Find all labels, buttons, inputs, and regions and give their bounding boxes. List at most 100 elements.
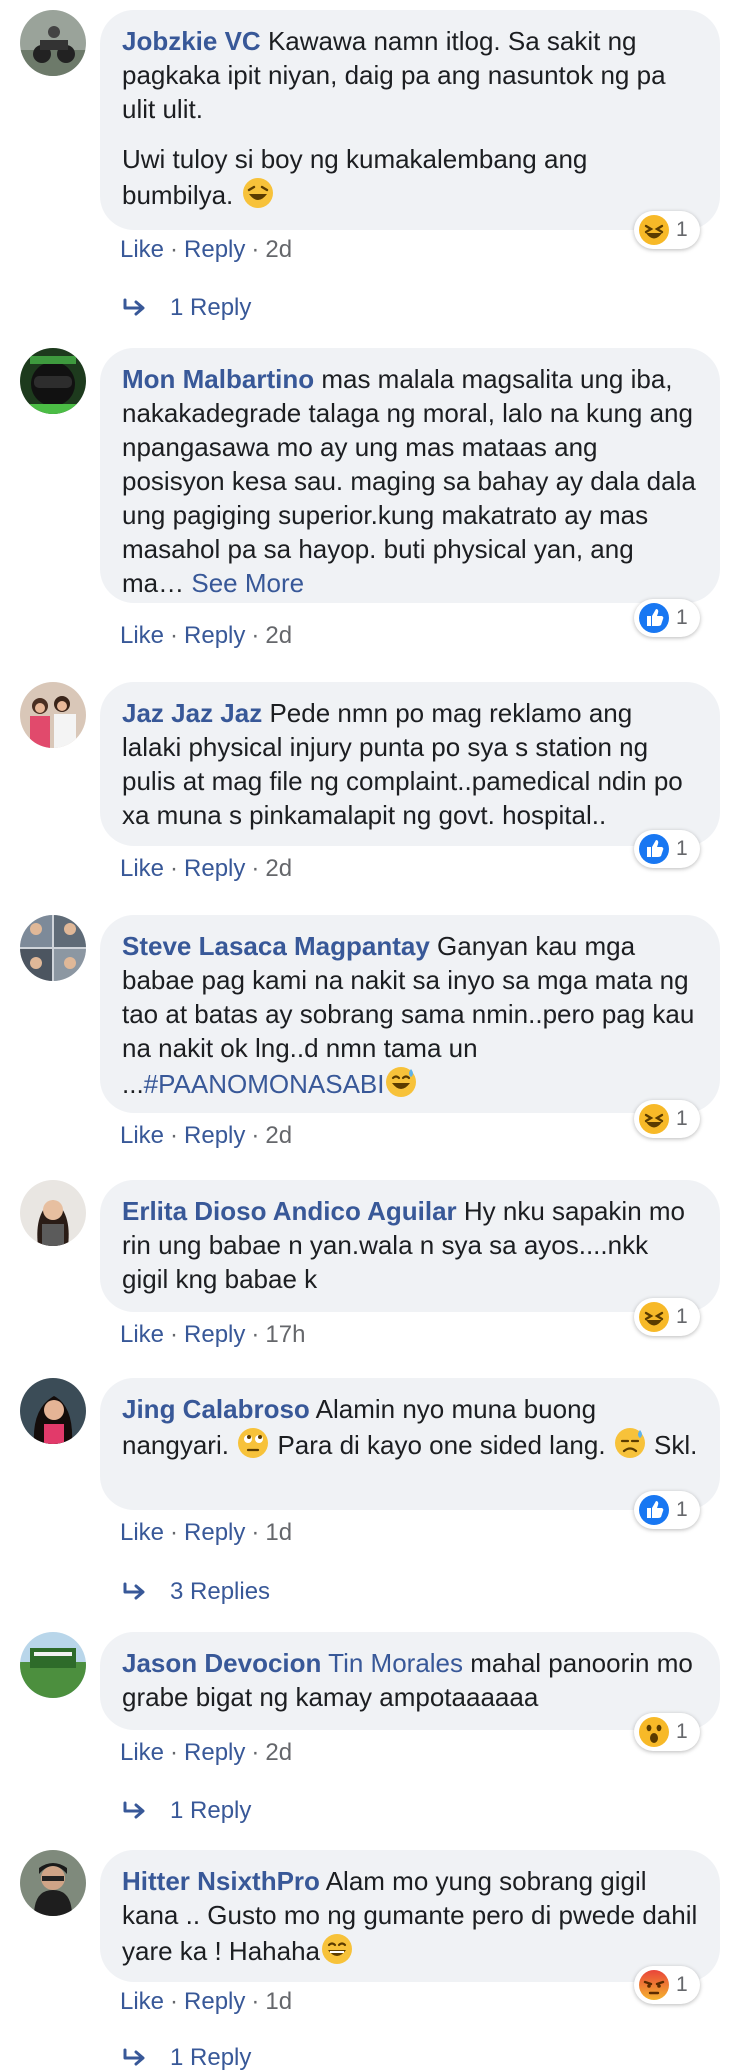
avatar[interactable] (20, 915, 86, 981)
replies-count[interactable]: 1 Reply (170, 294, 251, 322)
like-link[interactable]: Like (120, 236, 164, 263)
comment-timestamp[interactable]: 17h (265, 1321, 305, 1348)
reaction-count[interactable]: 1 (634, 830, 700, 868)
laughing-emoji-icon (241, 176, 275, 210)
avatar[interactable] (20, 348, 86, 414)
view-replies-link[interactable]: 1 Reply (122, 1797, 251, 1825)
reaction-number: 1 (676, 218, 688, 241)
haha-reaction-icon (639, 1104, 669, 1134)
like-link[interactable]: Like (120, 1122, 164, 1149)
comment-timestamp[interactable]: 2d (265, 1122, 292, 1149)
reaction-count[interactable]: 1 (634, 1100, 700, 1138)
comment-timestamp[interactable]: 2d (265, 1739, 292, 1766)
reply-link[interactable]: Reply (184, 1122, 245, 1149)
separator: · (170, 1122, 179, 1149)
separator: · (251, 622, 260, 649)
separator: · (251, 1122, 260, 1149)
like-link[interactable]: Like (120, 1321, 164, 1348)
comment-author[interactable]: Jason Devocion (122, 1648, 321, 1678)
view-replies-link[interactable]: 3 Replies (122, 1578, 270, 1606)
separator: · (170, 855, 179, 882)
comment-text: Uwi tuloy si boy ng kumakalembang ang bu… (122, 144, 588, 210)
comment-bubble: Erlita Dioso Andico Aguilar Hy nku sapak… (100, 1180, 720, 1312)
avatar[interactable] (20, 682, 86, 748)
reaction-count[interactable]: 1 (634, 1966, 700, 2004)
comment-actions: Like · Reply · 1d (120, 1988, 292, 2016)
reaction-count[interactable]: 1 (634, 1298, 700, 1336)
comment-author[interactable]: Steve Lasaca Magpantay (122, 931, 430, 961)
like-link[interactable]: Like (120, 1739, 164, 1766)
comment-author[interactable]: Jobzkie VC (122, 26, 261, 56)
comment-timestamp[interactable]: 1d (265, 1988, 292, 2015)
avatar[interactable] (20, 10, 86, 76)
comment-author[interactable]: Jaz Jaz Jaz (122, 698, 262, 728)
comment-timestamp[interactable]: 2d (265, 622, 292, 649)
reply-arrow-icon (123, 2048, 145, 2066)
avatar[interactable] (20, 1180, 86, 1246)
comment-author[interactable]: Erlita Dioso Andico Aguilar (122, 1196, 457, 1226)
replies-count[interactable]: 3 Replies (170, 1578, 270, 1606)
avatar[interactable] (20, 1850, 86, 1916)
reaction-number: 1 (676, 1305, 688, 1328)
reaction-number: 1 (676, 1498, 688, 1521)
comment-actions: Like · Reply · 2d (120, 1739, 292, 1767)
view-replies-link[interactable]: 1 Reply (122, 294, 251, 322)
like-link[interactable]: Like (120, 1519, 164, 1546)
avatar[interactable] (20, 1378, 86, 1444)
reply-link[interactable]: Reply (184, 1321, 245, 1348)
reaction-count[interactable]: 1 (634, 211, 700, 249)
reaction-count[interactable]: 1 (634, 599, 700, 637)
separator: · (170, 1519, 179, 1546)
angry-reaction-icon (639, 1970, 669, 2000)
separator: · (170, 236, 179, 263)
reply-link[interactable]: Reply (184, 855, 245, 882)
tagged-user-link[interactable]: Tin Morales (328, 1648, 463, 1678)
haha-reaction-icon (639, 1302, 669, 1332)
like-reaction-icon (639, 834, 669, 864)
comment-bubble: Jason Devocion Tin Morales mahal panoori… (100, 1632, 720, 1730)
replies-count[interactable]: 1 Reply (170, 1797, 251, 1825)
reply-arrow-icon (123, 1801, 145, 1819)
comment-actions: Like · Reply · 2d (120, 1122, 292, 1150)
reply-link[interactable]: Reply (184, 1519, 245, 1546)
grinning-emoji-icon (320, 1932, 354, 1966)
comment-actions: Like · Reply · 1d (120, 1519, 292, 1547)
comment-timestamp[interactable]: 2d (265, 236, 292, 263)
reaction-number: 1 (676, 606, 688, 629)
comment-text: mas malala magsalita ung iba, nakakadegr… (122, 364, 696, 598)
reply-link[interactable]: Reply (184, 1739, 245, 1766)
reply-link[interactable]: Reply (184, 622, 245, 649)
avatar[interactable] (20, 1632, 86, 1698)
separator: · (251, 1739, 260, 1766)
reply-arrow-icon (123, 298, 145, 316)
reaction-number: 1 (676, 837, 688, 860)
comment-actions: Like · Reply · 2d (120, 855, 292, 883)
separator: · (170, 1739, 179, 1766)
sad-sweat-emoji-icon (613, 1426, 647, 1460)
reaction-count[interactable]: 1 (634, 1491, 700, 1529)
separator: · (251, 236, 260, 263)
comment-author[interactable]: Mon Malbartino (122, 364, 314, 394)
reaction-number: 1 (676, 1973, 688, 1996)
comment-bubble: Hitter NsixthPro Alam mo yung sobrang gi… (100, 1850, 720, 1982)
reply-link[interactable]: Reply (184, 236, 245, 263)
comments-list: Jobzkie VC Kawawa namn itlog. Sa sakit n… (0, 0, 750, 2071)
like-link[interactable]: Like (120, 855, 164, 882)
like-link[interactable]: Like (120, 622, 164, 649)
reaction-count[interactable]: 1 (634, 1713, 700, 1751)
comment-author[interactable]: Hitter NsixthPro (122, 1866, 320, 1896)
reply-link[interactable]: Reply (184, 1988, 245, 2015)
comment-timestamp[interactable]: 2d (265, 855, 292, 882)
comment-timestamp[interactable]: 1d (265, 1519, 292, 1546)
haha-reaction-icon (639, 215, 669, 245)
comment-actions: Like · Reply · 2d (120, 622, 292, 650)
hashtag-link[interactable]: #PAANOMONASABI (144, 1069, 385, 1099)
like-link[interactable]: Like (120, 1988, 164, 2015)
comment-bubble: Steve Lasaca Magpantay Ganyan kau mga ba… (100, 915, 720, 1113)
reaction-number: 1 (676, 1720, 688, 1743)
separator: · (251, 1519, 260, 1546)
separator: · (251, 1321, 260, 1348)
comment-author[interactable]: Jing Calabroso (122, 1394, 310, 1424)
see-more-link[interactable]: See More (191, 568, 304, 598)
separator: · (170, 1988, 179, 2015)
